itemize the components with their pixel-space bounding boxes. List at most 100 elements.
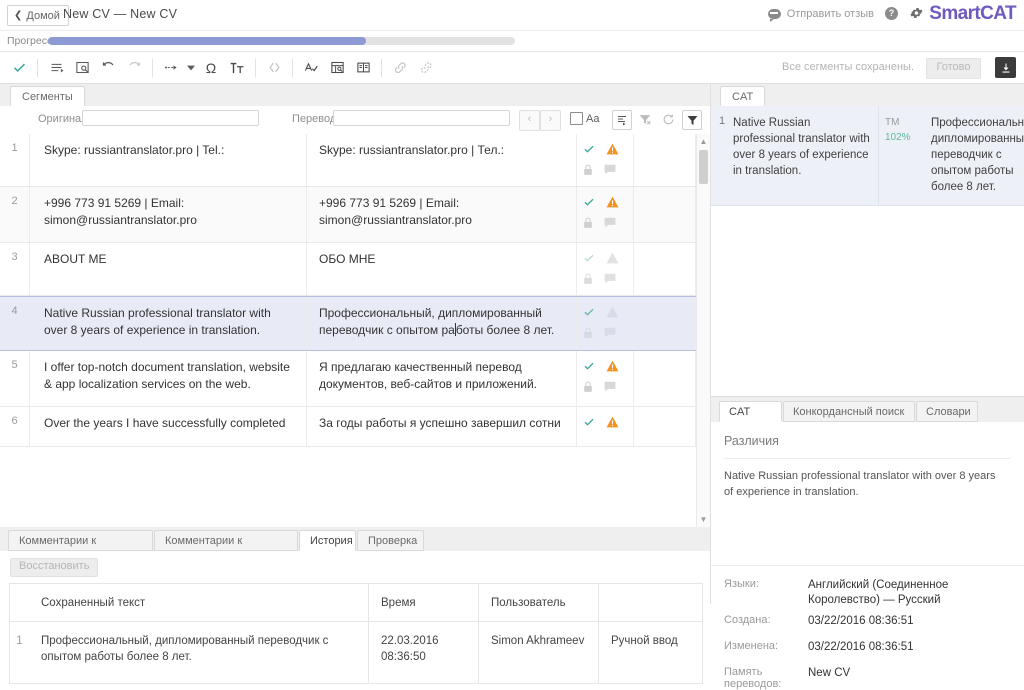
tab-history[interactable]: История (299, 530, 356, 551)
table-row[interactable]: 6 Over the years I have successfully com… (0, 407, 710, 447)
insert-tag-icon[interactable] (158, 52, 184, 83)
tab-document-comments[interactable]: Комментарии к документу (8, 530, 153, 568)
segment-target[interactable]: ОБО МНЕ (307, 243, 577, 295)
comment-icon[interactable] (604, 273, 616, 287)
segment-source[interactable]: Native Russian professional translator w… (30, 297, 307, 350)
confirmed-check-icon[interactable] (583, 196, 595, 211)
confirmed-check-icon[interactable] (583, 306, 595, 321)
remove-link-icon[interactable] (413, 52, 439, 83)
add-link-icon[interactable] (387, 52, 413, 83)
segment-source[interactable]: I offer top-notch document translation, … (30, 351, 307, 406)
metadata-value-modified: 03/22/2016 08:36:51 (808, 641, 914, 653)
confirmed-check-icon[interactable] (583, 416, 595, 431)
segment-extra-cell (634, 134, 696, 186)
restore-button[interactable]: Восстановить (10, 558, 99, 577)
segment-source[interactable]: Skype: russiantranslator.pro | Tel.: (30, 134, 307, 186)
segment-target[interactable]: За годы работы я успешно завершил сотни (307, 407, 577, 446)
confirmed-check-icon[interactable] (583, 360, 595, 375)
warning-triangle-icon[interactable] (606, 416, 619, 431)
glossary-icon[interactable] (350, 52, 376, 83)
segment-extra-cell (634, 351, 696, 406)
prev-match-button[interactable]: ‹ (519, 110, 540, 131)
tab-segment-comments[interactable]: Комментарии к сегменту (154, 530, 298, 568)
redo-icon[interactable] (121, 52, 147, 83)
gear-icon[interactable] (910, 6, 924, 20)
scroll-up-icon[interactable]: ▲ (697, 135, 710, 148)
segment-target[interactable]: Skype: russiantranslator.pro | Тел.: (307, 134, 577, 186)
translation-filter-input[interactable] (333, 110, 510, 126)
insert-segment-icon[interactable] (43, 52, 69, 83)
lock-icon[interactable] (583, 273, 593, 288)
segment-number: 2 (0, 187, 30, 242)
segment-target-editor[interactable]: Профессиональный, дипломированный перево… (307, 297, 577, 350)
segment-mode-icon[interactable] (612, 110, 632, 130)
tab-verification[interactable]: Проверка (357, 530, 424, 551)
lock-icon[interactable] (583, 381, 593, 396)
segment-source[interactable]: +996 773 91 5269 | Email: simon@russiant… (30, 187, 307, 242)
source-copy-icon[interactable] (69, 52, 95, 83)
match-case-checkbox[interactable]: Aa (570, 112, 599, 125)
table-row[interactable]: 3 ABOUT ME ОБО МНЕ (0, 243, 710, 296)
table-row[interactable]: 1 Профессиональный, дипломированный пере… (10, 622, 702, 684)
tab-cat[interactable]: CAT (720, 86, 766, 107)
home-button[interactable]: ❮ Домой (7, 5, 69, 26)
comment-icon[interactable] (604, 164, 616, 178)
apply-filter-icon[interactable] (682, 110, 702, 130)
progress-label: Прогресс (7, 35, 53, 47)
tab-dictionaries[interactable]: Словари (916, 401, 978, 422)
done-button[interactable]: Готово (926, 58, 981, 79)
table-row[interactable]: 5 I offer top-notch document translation… (0, 351, 710, 407)
segment-status-cell (577, 297, 634, 350)
download-icon[interactable] (995, 57, 1016, 78)
spellcheck-icon[interactable] (298, 52, 324, 83)
list-item[interactable]: 1 Native Russian professional translator… (711, 106, 1024, 206)
help-icon[interactable]: ? (885, 7, 898, 20)
send-feedback-button[interactable]: Отправить отзыв (767, 8, 874, 22)
progress-bar-row: Прогресс (0, 31, 1024, 52)
comment-icon[interactable] (604, 327, 616, 341)
lock-icon[interactable] (583, 164, 593, 179)
text-format-icon[interactable] (224, 52, 250, 83)
segment-target[interactable]: Я предлагаю качественный перевод докумен… (307, 351, 577, 406)
segment-source[interactable]: Over the years I have successfully compl… (30, 407, 307, 446)
confirm-check-icon[interactable] (6, 52, 32, 83)
progress-fill (48, 37, 366, 45)
tab-segments[interactable]: Сегменты (10, 86, 85, 107)
warning-triangle-icon[interactable] (606, 143, 619, 158)
table-row[interactable]: 2 +996 773 91 5269 | Email: simon@russia… (0, 187, 710, 243)
segment-source[interactable]: ABOUT ME (30, 243, 307, 295)
scroll-down-icon[interactable]: ▼ (697, 513, 710, 526)
original-filter-input[interactable] (82, 110, 259, 126)
warning-triangle-icon[interactable] (606, 360, 619, 375)
warning-triangle-icon[interactable] (606, 306, 619, 321)
cat-info-tab-strip: CAT инфо Конкордансный поиск Словари (711, 397, 1024, 439)
segment-extra-cell (634, 297, 696, 350)
tab-cat-info[interactable]: CAT инфо (719, 401, 782, 439)
next-match-button[interactable]: › (540, 110, 561, 131)
scrollbar-thumb[interactable] (699, 150, 708, 184)
metadata-row: Изменена: 03/22/2016 08:36:51 (711, 640, 1024, 655)
clear-filter-icon[interactable] (636, 110, 654, 128)
undo-icon[interactable] (95, 52, 121, 83)
refresh-icon[interactable] (659, 110, 677, 128)
chevron-left-icon: ❮ (14, 9, 23, 21)
special-char-icon[interactable]: Ω (198, 52, 224, 83)
code-view-icon[interactable] (261, 52, 287, 83)
table-row-selected[interactable]: 4 Native Russian professional translator… (0, 296, 710, 351)
warning-triangle-icon[interactable] (606, 196, 619, 211)
warning-triangle-icon[interactable] (606, 252, 619, 267)
differences-heading: Различия (724, 434, 779, 448)
lock-icon[interactable] (583, 327, 593, 342)
comment-icon[interactable] (604, 217, 616, 231)
segments-grid: 1 Skype: russiantranslator.pro | Tel.: S… (0, 134, 710, 528)
segment-target[interactable]: +996 773 91 5269 | Email: simon@russiant… (307, 187, 577, 242)
quality-check-icon[interactable] (324, 52, 350, 83)
table-row[interactable]: 1 Skype: russiantranslator.pro | Tel.: S… (0, 134, 710, 187)
tag-dropdown-icon[interactable] (184, 52, 198, 83)
confirmed-check-icon[interactable] (583, 252, 595, 267)
segments-scrollbar[interactable]: ▲ ▼ (696, 134, 710, 527)
confirmed-check-icon[interactable] (583, 143, 595, 158)
lock-icon[interactable] (583, 217, 593, 232)
tab-concordance-search[interactable]: Конкордансный поиск (783, 401, 915, 422)
comment-icon[interactable] (604, 381, 616, 395)
